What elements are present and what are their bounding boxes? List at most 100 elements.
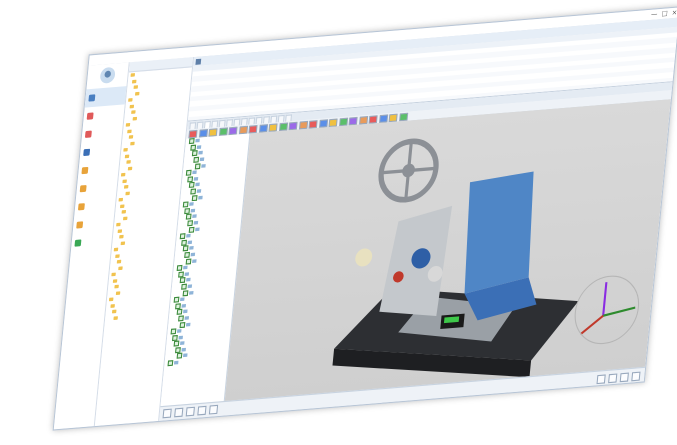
- checkbox[interactable]: [179, 321, 186, 328]
- checkbox[interactable]: [185, 214, 192, 221]
- toolbar-button[interactable]: [208, 127, 218, 137]
- sidebar-item[interactable]: [71, 231, 113, 252]
- checkbox[interactable]: [190, 188, 197, 195]
- checkbox[interactable]: [181, 283, 187, 290]
- checkbox[interactable]: [170, 328, 177, 335]
- viewer-tab[interactable]: [196, 121, 204, 129]
- viewer-tab[interactable]: [211, 120, 219, 128]
- close-button[interactable]: ×: [671, 9, 677, 17]
- checkbox[interactable]: [188, 182, 195, 189]
- folder-icon: [115, 291, 121, 295]
- toolbar-button[interactable]: [218, 126, 228, 136]
- toolbar-button[interactable]: [268, 122, 278, 132]
- viewer-tab[interactable]: [248, 117, 256, 125]
- viewer-tab[interactable]: [203, 120, 211, 129]
- toolbar-button[interactable]: [228, 126, 238, 135]
- checkbox[interactable]: [185, 170, 192, 177]
- checkbox[interactable]: [191, 194, 198, 201]
- folder-icon: [118, 198, 124, 202]
- viewer-tab[interactable]: [189, 122, 197, 130]
- toolbar-button[interactable]: [298, 120, 308, 129]
- checkbox[interactable]: [182, 289, 189, 296]
- toolbar-button[interactable]: [188, 129, 198, 138]
- footer-button[interactable]: [185, 406, 195, 417]
- checkbox[interactable]: [182, 201, 189, 208]
- 3d-canvas[interactable]: [224, 99, 671, 403]
- checkbox[interactable]: [179, 233, 186, 240]
- checkbox[interactable]: [175, 347, 181, 354]
- toolbar-button[interactable]: [368, 114, 378, 124]
- checkbox[interactable]: [173, 296, 180, 303]
- toolbar-button[interactable]: [358, 115, 368, 125]
- checkbox[interactable]: [185, 258, 192, 265]
- checkbox[interactable]: [184, 207, 191, 214]
- checkbox[interactable]: [190, 144, 197, 151]
- checkbox[interactable]: [176, 353, 183, 360]
- checkbox[interactable]: [178, 271, 184, 278]
- toolbar-button[interactable]: [238, 125, 248, 134]
- app-window: — □ ×: [52, 6, 677, 431]
- checkbox[interactable]: [184, 251, 190, 259]
- folder-icon: [76, 221, 84, 229]
- toolbar-button[interactable]: [348, 116, 358, 125]
- viewer-tab[interactable]: [218, 119, 226, 128]
- viewer-tab[interactable]: [285, 114, 293, 122]
- viewer-tab[interactable]: [262, 116, 270, 124]
- footer-button[interactable]: [162, 408, 172, 419]
- footer-button[interactable]: [197, 405, 207, 416]
- folder-icon: [79, 184, 87, 193]
- viewer-tab[interactable]: [277, 114, 285, 123]
- checkbox[interactable]: [194, 162, 201, 170]
- checkbox[interactable]: [176, 265, 183, 272]
- checkbox[interactable]: [188, 226, 195, 233]
- part-icon: [187, 284, 192, 289]
- viewer-tab[interactable]: [233, 118, 241, 126]
- checkbox[interactable]: [178, 315, 184, 322]
- viewer-tab[interactable]: [226, 119, 234, 127]
- footer-action-button[interactable]: [631, 371, 641, 382]
- toolbar-button[interactable]: [378, 113, 388, 123]
- toolbar-button[interactable]: [398, 112, 408, 121]
- checkbox[interactable]: [193, 156, 200, 163]
- toolbar-button[interactable]: [318, 118, 328, 128]
- toolbar-button[interactable]: [278, 121, 288, 131]
- toolbar-button[interactable]: [258, 123, 268, 133]
- viewer-tab[interactable]: [255, 116, 263, 125]
- maximize-button[interactable]: □: [661, 10, 668, 18]
- folder-icon: [122, 179, 127, 183]
- footer-action-button[interactable]: [596, 374, 606, 385]
- footer-action-button[interactable]: [619, 372, 629, 383]
- folder-icon: [123, 216, 128, 220]
- checkbox[interactable]: [167, 360, 174, 367]
- footer-button[interactable]: [174, 407, 184, 418]
- viewer-tab[interactable]: [240, 117, 248, 126]
- checkbox[interactable]: [188, 138, 195, 145]
- toolbar-button[interactable]: [198, 128, 208, 138]
- footer-action-button[interactable]: [608, 373, 618, 384]
- toolbar-button[interactable]: [338, 117, 348, 126]
- checkbox[interactable]: [182, 245, 189, 252]
- checkbox[interactable]: [191, 150, 198, 157]
- folder-icon: [128, 98, 133, 103]
- toolbar-button[interactable]: [248, 124, 258, 134]
- toolbar-button[interactable]: [388, 113, 398, 122]
- main-area: [159, 17, 677, 421]
- footer-button[interactable]: [208, 404, 219, 415]
- checkbox[interactable]: [172, 334, 178, 341]
- checkbox[interactable]: [181, 239, 187, 246]
- toolbar-button[interactable]: [308, 119, 318, 129]
- toolbar-button[interactable]: [328, 117, 338, 127]
- toolbar-button[interactable]: [288, 121, 298, 130]
- avatar[interactable]: [99, 66, 116, 84]
- part-icon: [180, 297, 185, 302]
- roller: [355, 248, 373, 267]
- checkbox[interactable]: [187, 220, 194, 227]
- checkbox[interactable]: [179, 277, 186, 284]
- checkbox[interactable]: [175, 302, 181, 310]
- checkbox[interactable]: [176, 309, 183, 316]
- checkbox[interactable]: [173, 340, 180, 347]
- checkbox[interactable]: [187, 176, 194, 183]
- minimize-button[interactable]: —: [651, 10, 658, 18]
- viewer-tab[interactable]: [270, 115, 278, 123]
- grid-icon: [195, 58, 202, 65]
